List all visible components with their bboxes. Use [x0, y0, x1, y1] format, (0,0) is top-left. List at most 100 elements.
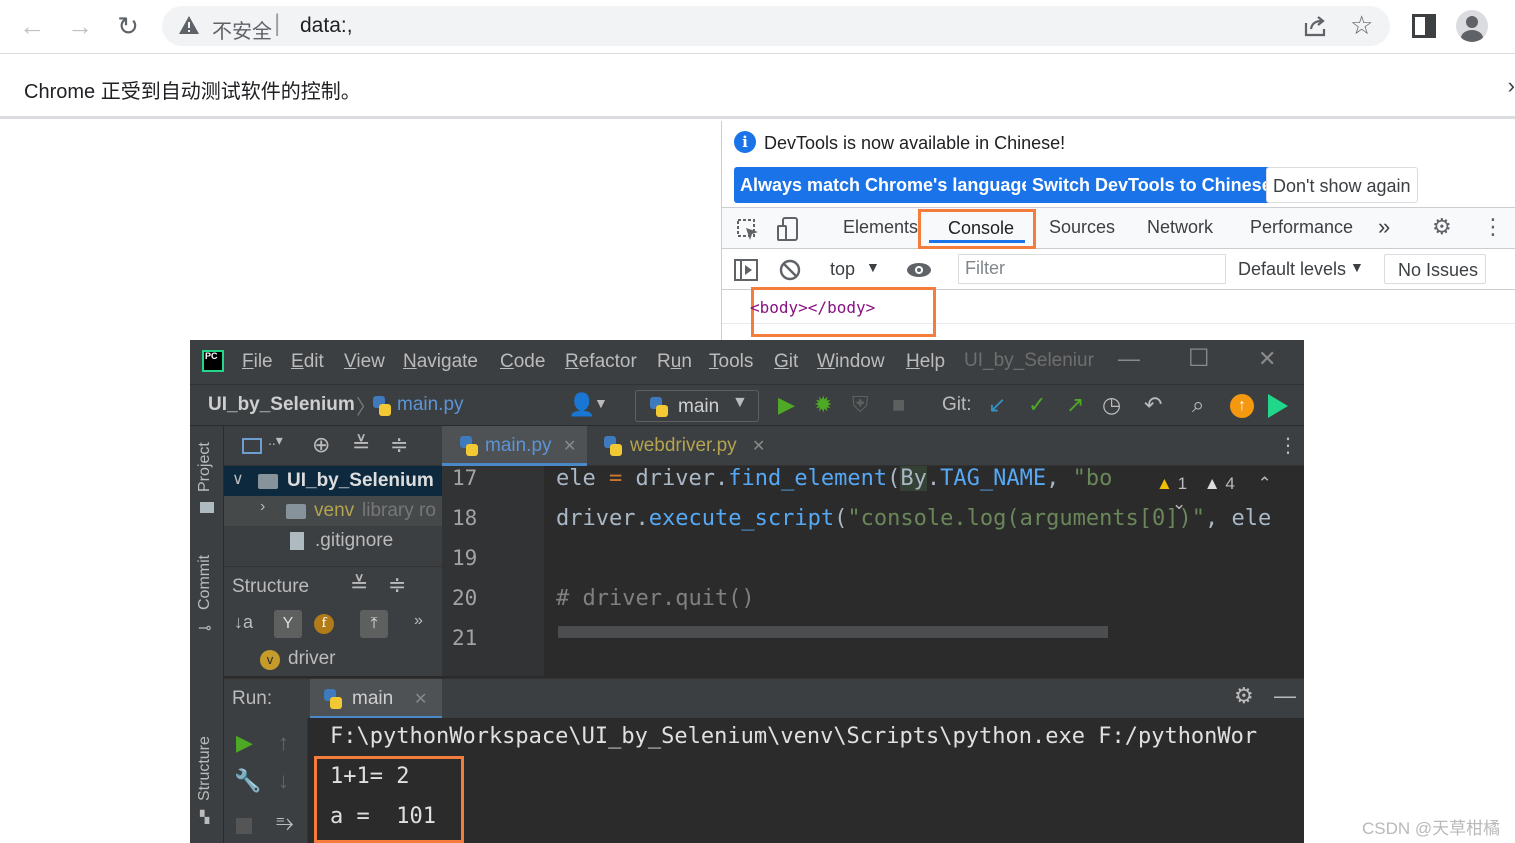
view-mode-icon[interactable] [242, 438, 262, 454]
menu-run[interactable]: Run [657, 351, 692, 373]
sidebar-toggle-icon[interactable] [734, 259, 758, 281]
rollback-icon[interactable]: ↶ [1144, 392, 1162, 418]
git-update-icon[interactable]: ↙ [988, 392, 1006, 418]
editor-more-icon[interactable]: ⋮ [1278, 433, 1298, 458]
tree-venv-row[interactable]: › venv library ro [224, 496, 442, 526]
tab-close-icon[interactable]: ✕ [752, 436, 765, 456]
settings-gear-icon[interactable]: ⚙ [1432, 214, 1452, 240]
code-line[interactable]: ele = driver.find_element(By.TAG_NAME, "… [556, 466, 1112, 491]
menu-code[interactable]: Code [500, 351, 545, 373]
stop-run-icon[interactable] [236, 818, 252, 834]
issues-button[interactable]: No Issues [1384, 254, 1486, 284]
menu-help[interactable]: Help [906, 351, 945, 373]
tab-elements[interactable]: Elements [843, 217, 918, 238]
tab-close-icon[interactable]: ✕ [563, 436, 576, 456]
window-close-icon[interactable]: ✕ [1258, 346, 1276, 372]
url-text[interactable]: data:, [300, 14, 353, 38]
expand-all-icon[interactable]: ≚ [352, 432, 370, 458]
soft-wrap-icon[interactable]: ⥱ [276, 810, 294, 836]
menu-navigate[interactable]: Navigate [403, 351, 478, 373]
run-console[interactable]: F:\pythonWorkspace\UI_by_Selenium\venv\S… [308, 718, 1304, 843]
locate-crosshair-icon[interactable]: ⊕ [312, 432, 330, 458]
switch-chinese-button[interactable]: Switch DevTools to Chinese [1026, 167, 1278, 203]
autoscroll-icon[interactable]: ⤒ [360, 610, 388, 638]
log-levels-dropdown[interactable]: Default levels [1238, 259, 1346, 280]
show-fields-icon[interactable]: f [314, 614, 334, 634]
eye-icon[interactable] [906, 261, 932, 279]
forward-arrow-icon[interactable]: → [62, 8, 98, 44]
project-tool-tab[interactable]: Project [196, 442, 214, 492]
bookmark-star-icon[interactable]: ☆ [1350, 10, 1373, 41]
wrench-icon[interactable]: 🔧 [234, 768, 261, 794]
device-toolbar-icon[interactable] [776, 216, 800, 242]
update-arrow-icon[interactable]: ↑ [1230, 394, 1254, 418]
code-with-me-icon[interactable] [1268, 394, 1288, 418]
run-play-icon[interactable]: ▶ [778, 392, 795, 418]
menu-tools[interactable]: Tools [709, 351, 753, 373]
minimize-icon[interactable]: — [1118, 346, 1140, 372]
run-hide-icon[interactable]: — [1274, 683, 1296, 709]
menu-git[interactable]: Git [774, 351, 798, 373]
reload-icon[interactable]: ↻ [110, 8, 146, 44]
commit-tool-tab[interactable]: Commit [196, 555, 214, 610]
breadcrumb-project[interactable]: UI_by_Selenium [208, 394, 355, 416]
tree-root-row[interactable]: ∨ UI_by_Selenium [224, 466, 442, 496]
share-icon[interactable] [1302, 13, 1328, 39]
tab-performance[interactable]: Performance [1250, 217, 1353, 238]
breadcrumb-file[interactable]: main.py [397, 394, 464, 416]
editor-tab-main[interactable]: main.py ✕ [442, 426, 587, 466]
tab-console[interactable]: Console [918, 209, 1036, 249]
console-filter-input[interactable]: Filter [958, 254, 1226, 284]
address-bar[interactable]: 不安全 | data:, ☆ [162, 6, 1390, 46]
structure-expand-icon[interactable]: ≚ [350, 572, 368, 598]
run-tab-main[interactable]: main ✕ [310, 679, 442, 719]
inspect-element-icon[interactable] [736, 218, 760, 242]
side-panel-icon[interactable] [1412, 14, 1436, 38]
debug-bug-icon[interactable]: ✹ [814, 392, 832, 418]
horizontal-scrollbar[interactable] [558, 626, 1108, 638]
chevron-down-icon[interactable]: ▼ [866, 259, 880, 275]
stop-icon[interactable]: ■ [892, 392, 905, 418]
inspection-widget[interactable]: ▲ 1 ▲ 4 ⌃ ⌄ [1156, 474, 1304, 514]
more-options-icon[interactable]: ⋮ [1482, 214, 1504, 240]
console-log-entry[interactable]: <body></body> [750, 298, 875, 317]
run-configuration-select[interactable]: main ▼ [635, 390, 759, 422]
menu-file[interactable]: File [242, 351, 273, 373]
git-push-icon[interactable]: ↗ [1066, 392, 1084, 418]
close-icon[interactable]: › [1508, 73, 1515, 99]
more-tabs-icon[interactable]: » [1378, 214, 1390, 240]
structure-collapse-icon[interactable]: ≑ [388, 572, 406, 598]
scroll-down-icon[interactable]: ↓ [278, 768, 289, 794]
menu-edit[interactable]: Edit [291, 351, 324, 373]
back-arrow-icon[interactable]: ← [14, 8, 50, 44]
search-icon[interactable]: ⌕ [1192, 392, 1204, 418]
match-language-button[interactable]: Always match Chrome's language [734, 167, 1038, 203]
chevron-right-icon[interactable]: › [260, 498, 265, 516]
dont-show-again-button[interactable]: Don't show again [1266, 167, 1418, 203]
code-line[interactable]: # driver.quit() [556, 586, 755, 611]
user-dropdown-icon[interactable]: ▼ [594, 395, 608, 411]
structure-more-icon[interactable]: » [414, 612, 423, 630]
run-tab-close-icon[interactable]: ✕ [414, 689, 427, 709]
next-highlight-icon[interactable]: ⌄ [1172, 494, 1186, 513]
profile-avatar-icon[interactable] [1456, 10, 1488, 42]
user-icon[interactable]: 👤 [568, 392, 595, 418]
menu-refactor[interactable]: Refactor [565, 351, 637, 373]
run-settings-gear-icon[interactable]: ⚙ [1234, 683, 1254, 709]
chevron-down-icon[interactable]: ∨ [232, 469, 244, 489]
prev-highlight-icon[interactable]: ⌃ [1258, 474, 1272, 493]
context-selector[interactable]: top [830, 259, 855, 280]
levels-chevron-icon[interactable]: ▼ [1350, 259, 1364, 275]
tab-network[interactable]: Network [1147, 217, 1213, 238]
clear-console-icon[interactable] [778, 258, 802, 282]
collapse-all-icon[interactable]: ≑ [390, 432, 408, 458]
security-label[interactable]: 不安全 [212, 15, 272, 44]
sort-alpha-icon[interactable]: ↓a [234, 612, 253, 633]
tree-gitignore-row[interactable]: .gitignore [224, 526, 442, 556]
coverage-icon[interactable]: ⛨ [852, 392, 869, 418]
history-clock-icon[interactable]: ◷ [1102, 392, 1121, 418]
menu-view[interactable]: View [344, 351, 385, 373]
rerun-icon[interactable]: ▶ [236, 730, 253, 756]
maximize-icon[interactable]: ☐ [1188, 344, 1210, 373]
editor-tab-webdriver[interactable]: webdriver.py ✕ [592, 426, 772, 466]
